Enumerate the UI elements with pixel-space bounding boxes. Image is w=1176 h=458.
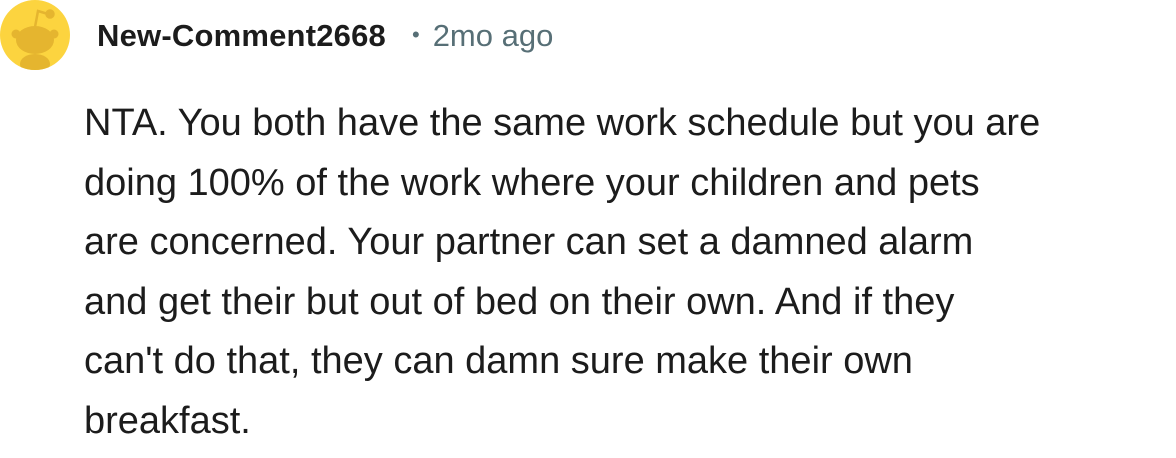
snoo-avatar-icon (0, 0, 70, 70)
comment-body-line: are concerned. Your partner can set a da… (84, 221, 974, 263)
comment: New-Comment2668 • 2mo ago NTA. You both … (0, 0, 1176, 458)
comment-body: NTA. You both have the same work schedul… (84, 94, 1172, 451)
comment-timestamp[interactable]: 2mo ago (433, 18, 554, 54)
author-username[interactable]: New-Comment2668 (97, 18, 386, 54)
comment-body-line: breakfast. (84, 399, 251, 442)
comment-body-line: and get their but out of bed on their ow… (84, 280, 955, 323)
comment-header: New-Comment2668 • 2mo ago (97, 14, 553, 58)
comment-body-line: doing 100% of the work where your childr… (84, 161, 980, 204)
comment-body-line: can't do that, they can damn sure make t… (84, 340, 913, 382)
meta-separator: • (411, 22, 420, 47)
avatar[interactable] (0, 0, 70, 70)
comment-body-line: NTA. You both have the same work schedul… (84, 102, 1041, 144)
